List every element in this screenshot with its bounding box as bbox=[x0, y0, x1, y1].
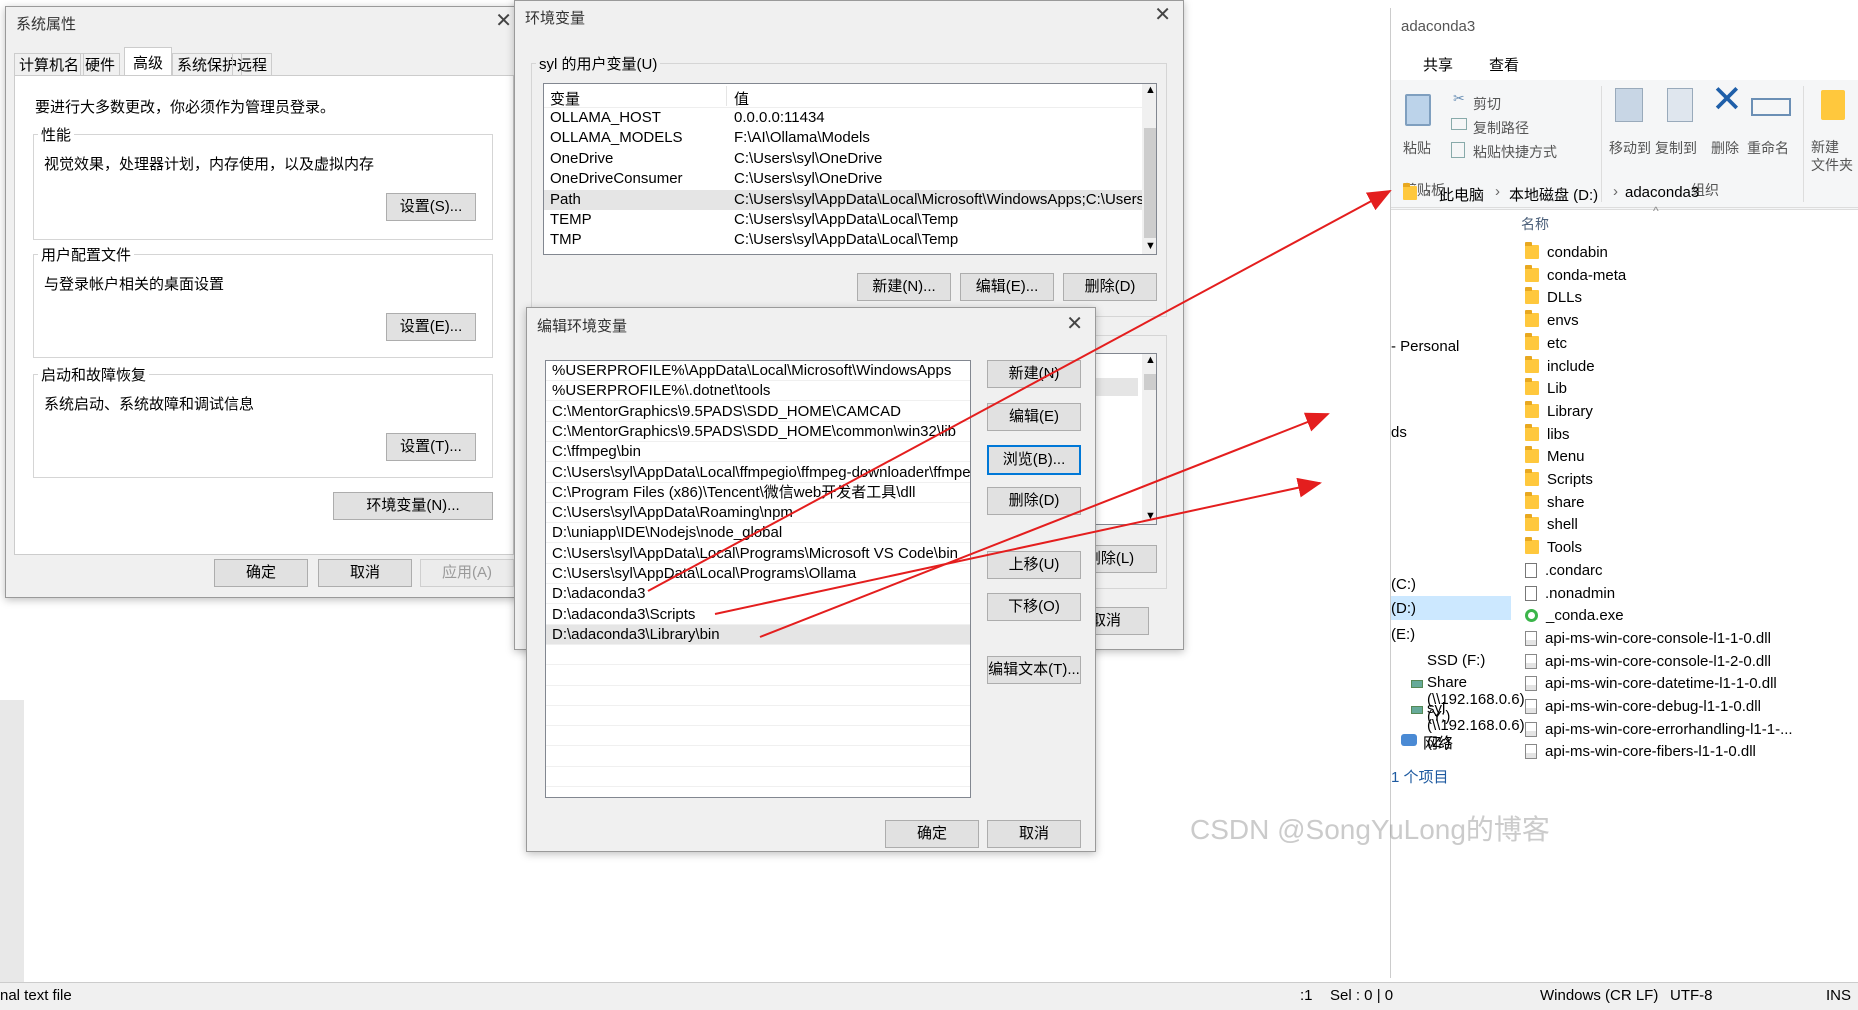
arrow-library bbox=[759, 412, 1330, 638]
arrow-adaconda3 bbox=[647, 190, 1392, 592]
arrow-scripts bbox=[714, 477, 1322, 615]
annotation-arrows bbox=[647, 190, 1392, 638]
watermark: CSDN @SongYuLong的博客 bbox=[1190, 814, 1550, 845]
